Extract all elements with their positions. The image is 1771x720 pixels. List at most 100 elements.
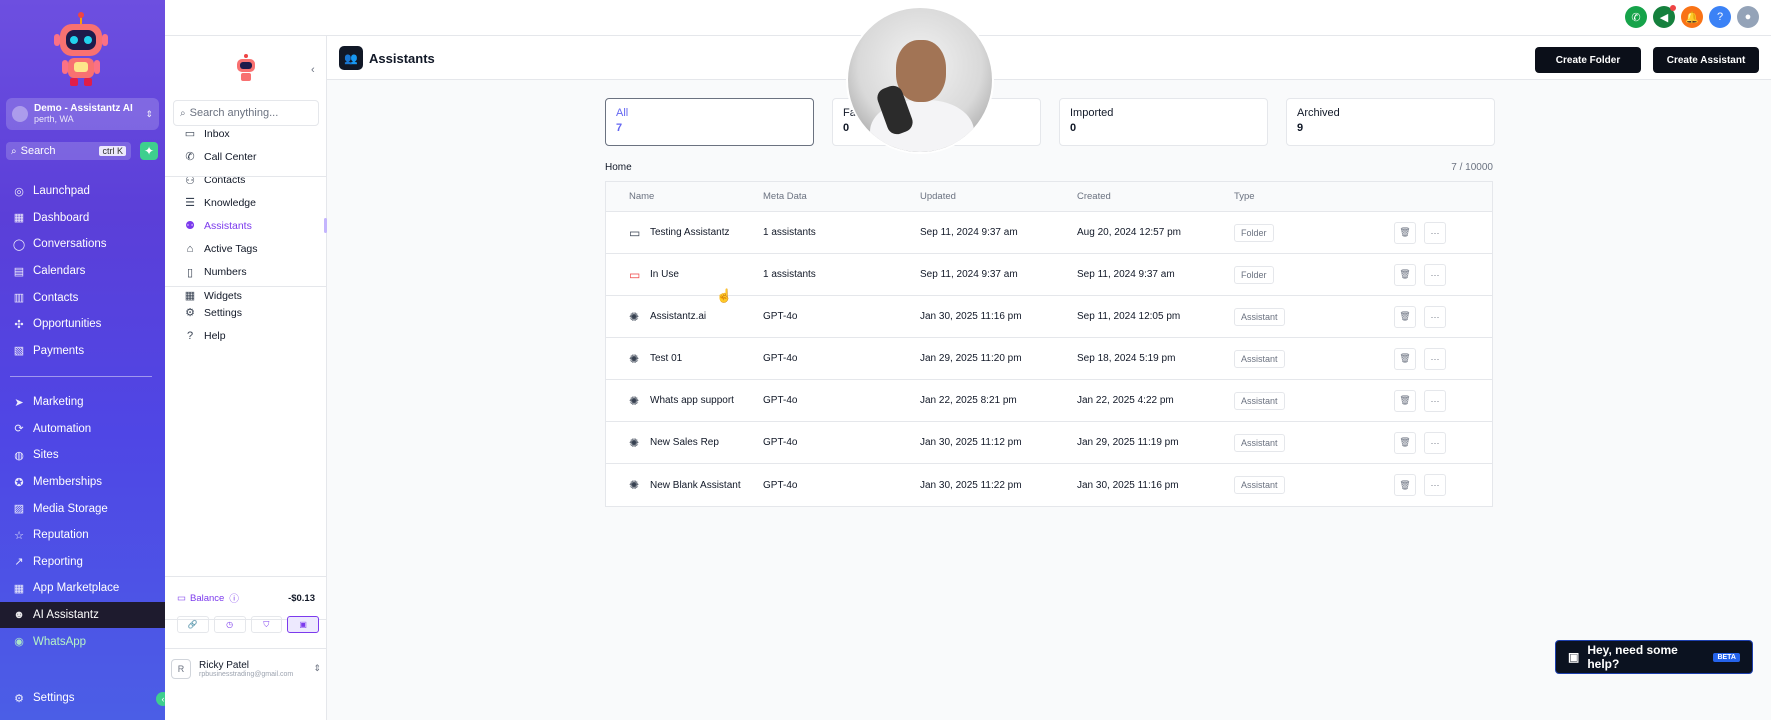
link-icon[interactable]: 🔗 (177, 616, 209, 633)
nav-item-payments[interactable]: ▧ Payments (0, 338, 165, 365)
app-nav-call-center[interactable]: ✆ Call Center (165, 145, 327, 168)
nav-item-label: WhatsApp (33, 635, 87, 648)
help-icon[interactable]: ? (1709, 6, 1731, 28)
trash-icon[interactable]: 🗑 (1394, 221, 1416, 244)
app-nav-assistants[interactable]: ⚉ Assistants (165, 214, 327, 237)
nav-item-contacts[interactable]: ▥ Contacts (0, 284, 165, 311)
app-nav-contacts[interactable]: ⚇ Contacts (165, 169, 327, 192)
filter-card-3[interactable]: Archived 9 (1286, 98, 1495, 146)
row-name[interactable]: Assistantz.ai (650, 311, 706, 322)
account-switcher[interactable]: Demo - Assistantz AI perth, WA ⇕ (6, 98, 159, 130)
more-icon[interactable]: ··· (1424, 431, 1446, 454)
app-sidebar: ‹ ⌕ Search anything... ▭ Inbox ✆ Call Ce… (165, 36, 327, 720)
balance-label: Balance (189, 592, 225, 604)
table-row[interactable]: ▭ In Use 1 assistants Sep 11, 2024 9:37 … (606, 254, 1492, 296)
nav-item-label: Automation (33, 422, 92, 435)
info-icon[interactable]: ⓘ (229, 591, 239, 605)
nav-item-opportunities[interactable]: ✣ Opportunities (0, 311, 165, 338)
nav-item-settings[interactable]: ⚙ Settings (0, 685, 165, 712)
more-icon[interactable]: ··· (1424, 305, 1446, 328)
nav-item-ai-assistantz[interactable]: ☻ AI Assistantz (0, 601, 165, 629)
nav-item-whatsapp[interactable]: ◉ WhatsApp (0, 628, 165, 655)
app-nav-label: Call Center (204, 150, 257, 163)
nav-item-reputation[interactable]: ☆ Reputation (0, 522, 165, 549)
shield-icon[interactable]: ⛉ (250, 616, 283, 633)
trash-icon[interactable]: 🗑 (1394, 263, 1416, 286)
chevron-left-icon[interactable]: ‹ (311, 64, 315, 76)
filter-card-0[interactable]: All 7 (605, 98, 814, 146)
nav-item-memberships[interactable]: ✪ Memberships (0, 469, 165, 496)
app-nav-settings[interactable]: ⚙ Settings (165, 301, 327, 324)
database-icon: ☰ (185, 197, 195, 209)
nav-item-calendars[interactable]: ▤ Calendars (0, 258, 165, 285)
trash-icon[interactable]: 🗑 (1394, 389, 1416, 412)
user-menu[interactable]: R Ricky Patel rpbusinesstrading@gmail.co… (165, 648, 327, 688)
nav-item-conversations[interactable]: ◯ Conversations (0, 231, 165, 258)
nav-item-dashboard[interactable]: ▦ Dashboard (0, 205, 165, 232)
opportunities-icon: ✣ (14, 318, 24, 331)
breadcrumb[interactable]: Home (605, 162, 632, 173)
app-nav-active-tags[interactable]: ⌂ Active Tags (165, 238, 327, 261)
table-row[interactable]: ▭ Testing Assistantz 1 assistants Sep 11… (606, 212, 1492, 254)
more-icon[interactable]: ··· (1424, 389, 1446, 412)
row-name[interactable]: New Sales Rep (650, 437, 719, 448)
row-name[interactable]: Whats app support (650, 395, 734, 406)
create-folder-button[interactable]: Create Folder (1535, 47, 1641, 73)
gear-icon: ⚙ (185, 307, 195, 319)
app-nav-inbox[interactable]: ▭ Inbox (165, 122, 327, 145)
profile-avatar[interactable]: ● (1737, 6, 1759, 28)
nav-item-marketing[interactable]: ➤ Marketing (0, 389, 165, 416)
megaphone-icon[interactable]: ◀ (1653, 5, 1676, 28)
app-nav-help[interactable]: ? Help (165, 324, 327, 347)
nav-item-app-marketplace[interactable]: ▦ App Marketplace (0, 575, 165, 602)
chat-bubble-icon[interactable]: ▣ (287, 616, 319, 633)
table-row[interactable]: ✺ New Sales Rep GPT-4o Jan 30, 2025 11:1… (606, 422, 1492, 464)
trash-icon[interactable]: 🗑 (1394, 474, 1416, 496)
column-name[interactable]: Name (606, 191, 763, 202)
cell-type: Assistant (1234, 307, 1394, 326)
trash-icon[interactable]: 🗑 (1394, 305, 1416, 328)
table-row[interactable]: ✺ Whats app support GPT-4o Jan 22, 2025 … (606, 380, 1492, 422)
column-created[interactable]: Created (1077, 191, 1234, 202)
column-type[interactable]: Type (1234, 191, 1394, 202)
row-name[interactable]: Testing Assistantz (650, 227, 729, 238)
more-icon[interactable]: ··· (1424, 263, 1446, 286)
nav-item-media-storage[interactable]: ▨ Media Storage (0, 495, 165, 522)
row-actions: 🗑 ··· (1394, 305, 1446, 328)
app-nav-knowledge[interactable]: ☰ Knowledge (165, 191, 327, 214)
table-row[interactable]: ✺ New Blank Assistant GPT-4o Jan 30, 202… (606, 464, 1492, 506)
phone-icon[interactable]: ✆ (1625, 6, 1647, 28)
nav-item-reporting[interactable]: ↗ Reporting (0, 549, 165, 576)
table-header: Name Meta Data Updated Created Type (606, 182, 1492, 212)
clock-icon[interactable]: ◷ (213, 616, 246, 633)
trash-icon[interactable]: 🗑 (1394, 347, 1416, 370)
row-name[interactable]: New Blank Assistant (650, 480, 741, 491)
nav-item-sites[interactable]: ◍ Sites (0, 442, 165, 469)
row-name[interactable]: Test 01 (650, 353, 682, 364)
quick-action-icon[interactable]: ✦ (140, 142, 158, 160)
create-assistant-button[interactable]: Create Assistant (1653, 47, 1759, 73)
nav-item-launchpad[interactable]: ◎ Launchpad (0, 178, 165, 205)
more-icon[interactable]: ··· (1424, 221, 1446, 244)
nav-item-label: Opportunities (33, 318, 102, 331)
app-nav-numbers[interactable]: ▯ Numbers (165, 261, 327, 284)
row-name[interactable]: In Use (650, 269, 679, 280)
trash-icon[interactable]: 🗑 (1394, 431, 1416, 454)
nav-item-automation[interactable]: ⟳ Automation (0, 416, 165, 443)
dashboard-icon: ▦ (13, 212, 25, 225)
global-search[interactable]: ⌕ Search ctrl K (6, 142, 131, 160)
assistants-table: Name Meta Data Updated Created Type ▭ Te… (605, 181, 1493, 507)
table-row[interactable]: ✺ Assistantz.ai GPT-4o Jan 30, 2025 11:1… (606, 296, 1492, 338)
table-row[interactable]: ✺ Test 01 GPT-4o Jan 29, 2025 11:20 pm S… (606, 338, 1492, 380)
more-icon[interactable]: ··· (1424, 347, 1446, 370)
bell-icon[interactable]: 🔔 (1681, 6, 1703, 28)
chat-icon: ◯ (12, 238, 26, 251)
openai-icon: ✺ (629, 309, 640, 324)
account-name: Demo - Assistantz AI (34, 103, 133, 114)
openai-icon: ✺ (629, 351, 640, 366)
filter-card-2[interactable]: Imported 0 (1059, 98, 1268, 146)
column-updated[interactable]: Updated (920, 191, 1077, 202)
column-meta[interactable]: Meta Data (763, 191, 920, 202)
help-widget[interactable]: ▣ Hey, need some help? BETA (1555, 640, 1753, 674)
more-icon[interactable]: ··· (1424, 474, 1446, 496)
